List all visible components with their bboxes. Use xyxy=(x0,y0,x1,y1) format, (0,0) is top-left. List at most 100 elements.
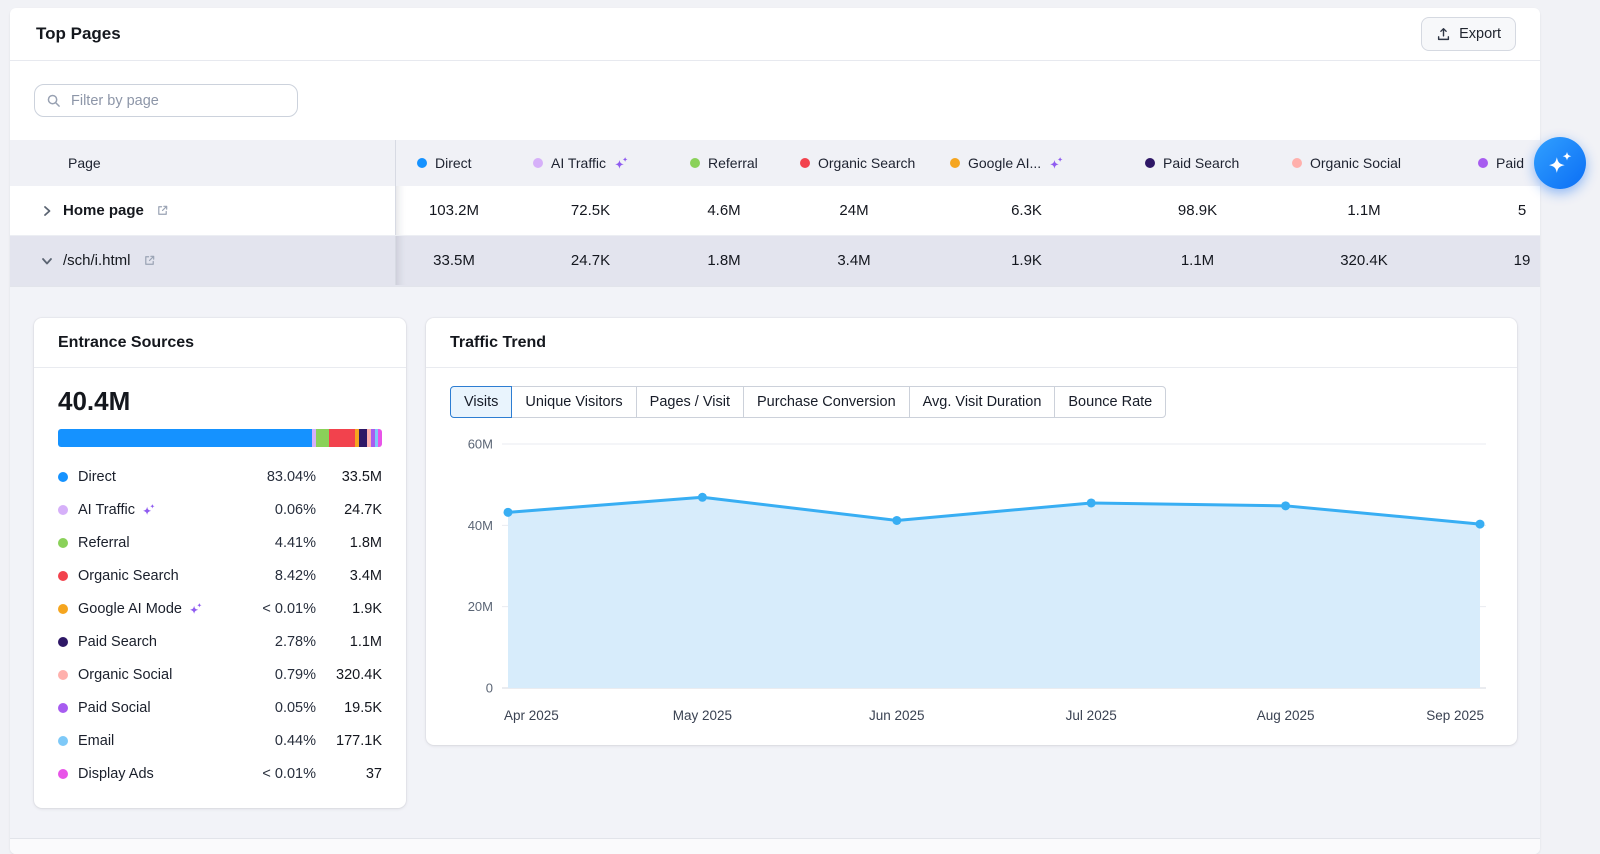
series-color-dot xyxy=(1478,158,1488,168)
svg-text:0: 0 xyxy=(486,681,493,696)
tab-visits[interactable]: Visits xyxy=(450,386,513,418)
ai-assistant-button[interactable] xyxy=(1534,137,1586,189)
source-row-organic-search[interactable]: Organic Search 8.42% 3.4M xyxy=(58,559,382,592)
source-value: 177.1K xyxy=(336,732,382,749)
series-color-dot xyxy=(58,570,68,581)
column-header-paid-search[interactable]: Paid Search xyxy=(1124,155,1271,171)
source-row-email[interactable]: Email 0.44% 177.1K xyxy=(58,724,382,757)
source-percent: < 0.01% xyxy=(262,600,316,617)
source-row-direct[interactable]: Direct 83.04% 33.5M xyxy=(58,460,382,493)
page-title: Top Pages xyxy=(36,24,121,43)
source-value: 1.9K xyxy=(352,600,382,617)
tab-unique-visitors[interactable]: Unique Visitors xyxy=(511,386,637,418)
source-row-organic-social[interactable]: Organic Social 0.79% 320.4K xyxy=(58,658,382,691)
column-header-organic-search[interactable]: Organic Search xyxy=(779,155,929,171)
ai-sparkle-icon xyxy=(615,156,628,169)
source-percent: 0.79% xyxy=(274,666,316,683)
source-label: Organic Search xyxy=(78,567,179,584)
table-row-home-page[interactable]: Home page 103.2M 72.5K 4.6M 24M 6.3K 98.9K 1.1M… xyxy=(10,186,1540,236)
column-header-ai-traffic[interactable]: AI Traffic xyxy=(512,155,669,171)
source-percent: 8.42% xyxy=(274,567,316,584)
sources-stacked-bar xyxy=(58,429,382,447)
entrance-sources-card: Entrance Sources 40.4M Direct 83.04% 33.5M… xyxy=(34,318,406,808)
ai-sparkle-icon xyxy=(143,503,155,515)
source-label: Referral xyxy=(78,534,130,551)
series-color-dot xyxy=(417,158,427,168)
trend-area-chart: 0 20M 40M 60M Apr 2025 May 2025 Jun 2025 Jul 20… xyxy=(468,437,1486,723)
table-row-sch-i-html[interactable]: /sch/i.html 33.5M 24.7K 1.8M 3.4M 1.9K 1.1M 320… xyxy=(10,236,1540,286)
page-cell: /sch/i.html xyxy=(10,236,396,285)
metric-column-headers: Direct AI Traffic Referral Organic Search Go… xyxy=(396,140,1540,186)
external-link-icon[interactable] xyxy=(156,204,169,217)
ai-sparkle-icon xyxy=(190,602,202,614)
column-header-referral[interactable]: Referral xyxy=(669,155,779,171)
source-label: AI Traffic xyxy=(78,502,156,518)
metric-cell: 1.1M xyxy=(1180,252,1215,269)
column-header-paid[interactable]: Paid xyxy=(1457,155,1540,171)
metric-cell: 1.8M xyxy=(707,252,741,269)
source-row-ai-traffic[interactable]: AI Traffic 0.06% 24.7K xyxy=(58,493,382,526)
metric-cell: 6.3K xyxy=(1011,202,1042,219)
source-value: 24.7K xyxy=(344,501,382,518)
series-color-dot xyxy=(1145,158,1155,168)
table-header-row: Page Direct AI Traffic Referral Organic Sea… xyxy=(10,140,1540,186)
series-color-dot xyxy=(58,504,68,515)
table-body: Home page 103.2M 72.5K 4.6M 24M 6.3K 98.9K 1.1M… xyxy=(10,186,1540,286)
series-color-dot xyxy=(58,603,68,614)
metric-cells: 33.5M 24.7K 1.8M 3.4M 1.9K 1.1M 320.4K 19 xyxy=(396,236,1540,285)
svg-text:Aug 2025: Aug 2025 xyxy=(1257,708,1315,723)
entrance-sources-body: 40.4M Direct 83.04% 33.5M AI Traffic 0.06% 24… xyxy=(34,368,406,790)
ai-sparkle-icon xyxy=(1548,151,1571,173)
column-header-page[interactable]: Page xyxy=(10,140,396,186)
tab-bounce-rate[interactable]: Bounce Rate xyxy=(1054,386,1167,418)
source-label: Paid Social xyxy=(78,699,151,716)
series-color-dot xyxy=(58,702,68,713)
svg-text:60M: 60M xyxy=(468,437,493,452)
series-color-dot xyxy=(533,158,543,168)
column-header-label: Organic Search xyxy=(818,155,916,171)
source-label: Direct xyxy=(78,468,116,485)
source-row-paid-social[interactable]: Paid Social 0.05% 19.5K xyxy=(58,691,382,724)
metric-cell: 24M xyxy=(839,202,869,219)
source-label: Google AI Mode xyxy=(78,601,203,617)
metric-cell: 72.5K xyxy=(570,202,611,219)
bar-segment-organic-search xyxy=(329,429,356,447)
metric-cell: 4.6M xyxy=(707,202,741,219)
metric-cell: 19 xyxy=(1513,252,1531,269)
series-color-dot xyxy=(800,158,810,168)
tab-pages-visit[interactable]: Pages / Visit xyxy=(635,386,744,418)
traffic-trend-card: Traffic Trend Visits Unique Visitors Pages… xyxy=(426,318,1517,745)
column-header-google-ai[interactable]: Google AI... xyxy=(929,155,1124,171)
series-color-dot xyxy=(690,158,700,168)
source-row-display-ads[interactable]: Display Ads < 0.01% 37 xyxy=(58,757,382,790)
metric-cell: 24.7K xyxy=(570,252,611,269)
next-row-partial xyxy=(10,838,1540,854)
tab-purchase-conversion[interactable]: Purchase Conversion xyxy=(743,386,910,418)
collapse-chevron-icon[interactable] xyxy=(41,255,53,267)
filter-by-page-box[interactable] xyxy=(34,84,298,117)
page-name: /sch/i.html xyxy=(63,252,131,269)
column-header-organic-social[interactable]: Organic Social xyxy=(1271,155,1457,171)
filter-by-page-input[interactable] xyxy=(69,91,286,110)
external-link-icon[interactable] xyxy=(143,254,156,267)
metric-cells: 103.2M 72.5K 4.6M 24M 6.3K 98.9K 1.1M 5 xyxy=(396,186,1540,235)
series-color-dot xyxy=(58,768,68,779)
ai-sparkle-icon xyxy=(1050,156,1063,169)
source-row-google-ai-mode[interactable]: Google AI Mode < 0.01% 1.9K xyxy=(58,592,382,625)
tab-avg-visit-duration[interactable]: Avg. Visit Duration xyxy=(908,386,1056,418)
page-cell: Home page xyxy=(10,186,396,235)
source-percent: 4.41% xyxy=(274,534,316,551)
bar-segment-paid-search xyxy=(358,429,368,447)
source-percent: 2.78% xyxy=(274,633,316,650)
svg-text:Sep 2025: Sep 2025 xyxy=(1426,708,1484,723)
filter-area xyxy=(10,61,1540,140)
source-row-paid-search[interactable]: Paid Search 2.78% 1.1M xyxy=(58,625,382,658)
expand-chevron-icon[interactable] xyxy=(41,205,53,217)
metric-cell: 1.9K xyxy=(1011,252,1042,269)
source-row-referral[interactable]: Referral 4.41% 1.8M xyxy=(58,526,382,559)
column-header-direct[interactable]: Direct xyxy=(396,155,512,171)
column-header-label: Paid Search xyxy=(1163,155,1240,171)
top-pages-panel: Top Pages Export Page Direct AI Traffic Re… xyxy=(10,8,1540,854)
export-button[interactable]: Export xyxy=(1421,17,1516,51)
source-value: 37 xyxy=(365,765,382,782)
